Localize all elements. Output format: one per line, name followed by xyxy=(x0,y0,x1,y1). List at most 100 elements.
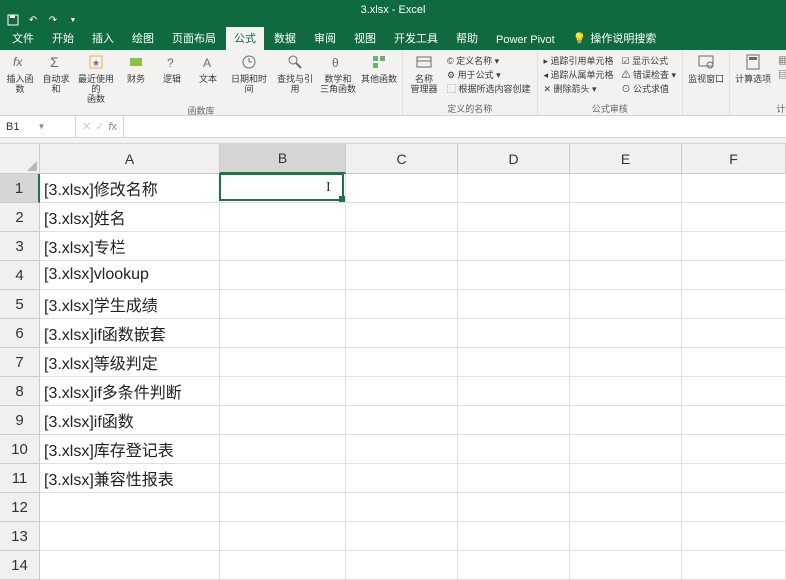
cell-D12[interactable] xyxy=(458,493,570,522)
trace-precedents-button[interactable]: ▸ 追踪引用单元格 xyxy=(544,54,614,67)
redo-icon[interactable]: ↷ xyxy=(46,13,60,27)
row-header[interactable]: 7 xyxy=(0,348,40,377)
cell-D4[interactable] xyxy=(458,261,570,290)
row-header[interactable]: 1 xyxy=(0,174,40,203)
cell-D14[interactable] xyxy=(458,551,570,580)
cell-A4[interactable]: [3.xlsx]vlookup xyxy=(40,261,220,290)
cell-B13[interactable] xyxy=(220,522,346,551)
cell-D1[interactable] xyxy=(458,174,570,203)
cell-C9[interactable] xyxy=(346,406,458,435)
name-box[interactable]: B1▼ xyxy=(0,116,76,137)
fx-icon[interactable]: fx xyxy=(108,121,117,133)
row-header[interactable]: 12 xyxy=(0,493,40,522)
cell-F14[interactable] xyxy=(682,551,786,580)
cell-D10[interactable] xyxy=(458,435,570,464)
show-formulas-button[interactable]: ☑ 显示公式 xyxy=(622,54,677,67)
cell-A5[interactable]: [3.xlsx]学生成绩 xyxy=(40,290,220,319)
cell-E3[interactable] xyxy=(570,232,682,261)
tab-数据[interactable]: 数据 xyxy=(266,27,304,50)
calculate-sheet-button[interactable]: ▤ 计算工作表 xyxy=(778,68,786,81)
calculate-now-button[interactable]: ▦ 开始计算 xyxy=(778,54,786,67)
cell-B11[interactable] xyxy=(220,464,346,493)
cell-E5[interactable] xyxy=(570,290,682,319)
cell-F1[interactable] xyxy=(682,174,786,203)
cell-C11[interactable] xyxy=(346,464,458,493)
cell-C14[interactable] xyxy=(346,551,458,580)
cell-E7[interactable] xyxy=(570,348,682,377)
formula-input[interactable] xyxy=(124,116,786,137)
cell-C10[interactable] xyxy=(346,435,458,464)
cell-E8[interactable] xyxy=(570,377,682,406)
cell-F8[interactable] xyxy=(682,377,786,406)
cell-C13[interactable] xyxy=(346,522,458,551)
row-header[interactable]: 10 xyxy=(0,435,40,464)
row-header[interactable]: 8 xyxy=(0,377,40,406)
cell-C2[interactable] xyxy=(346,203,458,232)
more-functions-button[interactable]: 其他函数 xyxy=(360,52,398,104)
cell-A7[interactable]: [3.xlsx]等级判定 xyxy=(40,348,220,377)
cell-E1[interactable] xyxy=(570,174,682,203)
tab-帮助[interactable]: 帮助 xyxy=(448,27,486,50)
cell-D5[interactable] xyxy=(458,290,570,319)
cell-F4[interactable] xyxy=(682,261,786,290)
tab-插入[interactable]: 插入 xyxy=(84,27,122,50)
tab-开发工具[interactable]: 开发工具 xyxy=(386,27,446,50)
cell-A1[interactable]: [3.xlsx]修改名称 xyxy=(40,174,220,203)
evaluate-formula-button[interactable]: ⊙ 公式求值 xyxy=(622,82,677,95)
cell-A10[interactable]: [3.xlsx]库存登记表 xyxy=(40,435,220,464)
cell-C6[interactable] xyxy=(346,319,458,348)
cell-B6[interactable] xyxy=(220,319,346,348)
remove-arrows-button[interactable]: ✕ 删除箭头 ▾ xyxy=(544,82,614,95)
cell-C8[interactable] xyxy=(346,377,458,406)
cell-F10[interactable] xyxy=(682,435,786,464)
use-in-formula-button[interactable]: ⚙ 用于公式 ▾ xyxy=(447,68,531,81)
cell-A9[interactable]: [3.xlsx]if函数 xyxy=(40,406,220,435)
financial-button[interactable]: 财务 xyxy=(120,52,152,104)
cell-E10[interactable] xyxy=(570,435,682,464)
tab-审阅[interactable]: 审阅 xyxy=(306,27,344,50)
text-button[interactable]: A文本 xyxy=(192,52,224,104)
cell-D9[interactable] xyxy=(458,406,570,435)
autosum-button[interactable]: Σ自动求和 xyxy=(40,52,72,104)
tab-公式[interactable]: 公式 xyxy=(226,27,264,50)
cell-E6[interactable] xyxy=(570,319,682,348)
cell-D7[interactable] xyxy=(458,348,570,377)
cell-B5[interactable] xyxy=(220,290,346,319)
trace-dependents-button[interactable]: ◂ 追踪从属单元格 xyxy=(544,68,614,81)
cell-B7[interactable] xyxy=(220,348,346,377)
cell-A2[interactable]: [3.xlsx]姓名 xyxy=(40,203,220,232)
chevron-down-icon[interactable]: ▼ xyxy=(38,122,70,131)
row-header[interactable]: 4 xyxy=(0,261,40,290)
recent-functions-button[interactable]: ★最近使用的函数 xyxy=(76,52,116,104)
cell-C12[interactable] xyxy=(346,493,458,522)
lookup-button[interactable]: 查找与引用 xyxy=(274,52,316,104)
define-name-button[interactable]: © 定义名称 ▾ xyxy=(447,54,531,67)
row-header[interactable]: 6 xyxy=(0,319,40,348)
cell-B3[interactable] xyxy=(220,232,346,261)
row-header[interactable]: 9 xyxy=(0,406,40,435)
cell-C3[interactable] xyxy=(346,232,458,261)
row-header[interactable]: 11 xyxy=(0,464,40,493)
cell-F6[interactable] xyxy=(682,319,786,348)
cell-D2[interactable] xyxy=(458,203,570,232)
cell-F3[interactable] xyxy=(682,232,786,261)
cell-D3[interactable] xyxy=(458,232,570,261)
cell-B9[interactable] xyxy=(220,406,346,435)
cell-F2[interactable] xyxy=(682,203,786,232)
cell-D6[interactable] xyxy=(458,319,570,348)
watch-window-button[interactable]: 监视窗口 xyxy=(687,52,725,102)
undo-icon[interactable]: ↶ xyxy=(26,13,40,27)
cell-F11[interactable] xyxy=(682,464,786,493)
cell-B14[interactable] xyxy=(220,551,346,580)
tab-Power Pivot[interactable]: Power Pivot xyxy=(488,31,563,50)
cell-D8[interactable] xyxy=(458,377,570,406)
cell-E12[interactable] xyxy=(570,493,682,522)
row-header[interactable]: 5 xyxy=(0,290,40,319)
cell-B12[interactable] xyxy=(220,493,346,522)
cell-A13[interactable] xyxy=(40,522,220,551)
cell-E13[interactable] xyxy=(570,522,682,551)
cell-A8[interactable]: [3.xlsx]if多条件判断 xyxy=(40,377,220,406)
cell-E4[interactable] xyxy=(570,261,682,290)
cell-B10[interactable] xyxy=(220,435,346,464)
tell-me-search[interactable]: 💡操作说明搜索 xyxy=(565,27,665,50)
